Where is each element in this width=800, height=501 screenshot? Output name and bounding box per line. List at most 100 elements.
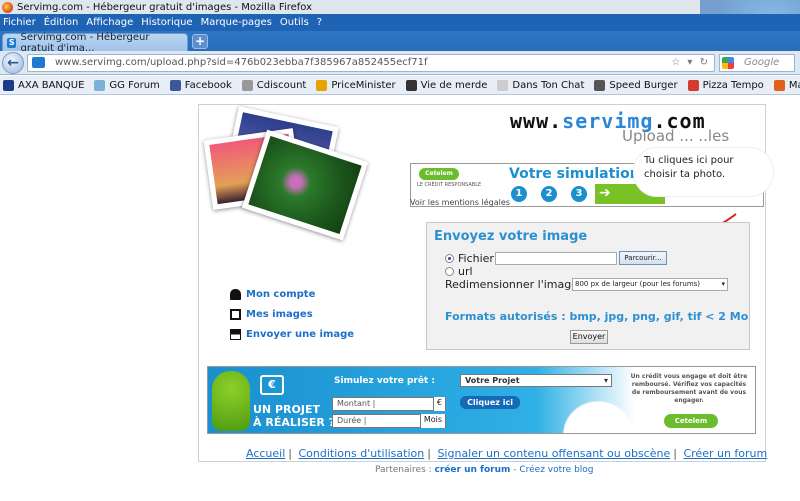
navigation-toolbar: ← www.servimg.com/upload.php?sid=476b023… — [0, 51, 800, 75]
ad-step: 2 — [541, 186, 557, 202]
window-titlebar: Servimg.com - Hébergeur gratuit d'images… — [0, 0, 800, 14]
partner-blog-link[interactable]: Créez votre blog — [519, 465, 593, 475]
bookmark-favicon-icon — [94, 79, 106, 91]
bookmark-favicon-icon — [316, 79, 328, 91]
bookmark-favicon-icon — [687, 79, 699, 91]
tab-strip: S Servimg.com - Hébergeur gratuit d'ima.… — [0, 31, 800, 54]
ad-steps: 1 2 3 — [511, 186, 601, 202]
cetelem-tagline: LE CRÉDIT RESPONSABLE — [417, 182, 482, 188]
firefox-icon — [2, 1, 13, 13]
account-links: Mon compte Mes images Envoyer une image — [230, 284, 354, 344]
menu-fichier[interactable]: Fichier — [3, 17, 36, 28]
montant-field[interactable]: Montant | € — [332, 397, 446, 411]
bookmark-item[interactable]: Facebook — [169, 79, 232, 91]
url-bar[interactable]: www.servimg.com/upload.php?sid=476b023eb… — [27, 53, 715, 72]
cliquez-ici-button[interactable]: Cliquez ici — [460, 396, 520, 409]
fichier-radio[interactable] — [445, 254, 454, 263]
url-text: www.servimg.com/upload.php?sid=476b023eb… — [55, 57, 428, 68]
bookmark-favicon-icon — [169, 79, 181, 91]
user-icon — [230, 288, 241, 300]
search-placeholder: Google — [744, 57, 780, 68]
duree-unit: Mois — [419, 414, 445, 428]
bookmark-item[interactable]: Pizza Tempo — [687, 79, 764, 91]
montant-unit: € — [432, 397, 445, 411]
fichier-label: Fichier — [458, 252, 494, 265]
duree-field[interactable]: Durée | Mois — [332, 414, 446, 428]
menu-help[interactable]: ? — [317, 17, 322, 28]
menu-marque-pages[interactable]: Marque-pages — [201, 17, 272, 28]
bookmark-item[interactable]: Dans Ton Chat — [497, 79, 584, 91]
photo-lotus — [241, 129, 369, 241]
mon-compte-link[interactable]: Mon compte — [230, 284, 354, 304]
fichier-option[interactable]: Fichier — [445, 252, 494, 265]
cetelem-logo: Cetelem — [419, 168, 459, 180]
footer-accueil-link[interactable]: Accueil — [246, 447, 285, 460]
logo-subtitle: Upload ... ..les — [622, 127, 730, 145]
loan-disclaimer: Un crédit vous engage et doit être rembo… — [630, 373, 748, 404]
upload-form: Envoyez votre image Fichier Parcourir...… — [426, 222, 750, 350]
monitor-icon — [230, 308, 241, 320]
legal-mentions-link[interactable]: Voir les mentions légales — [410, 198, 510, 207]
envoyer-button[interactable]: Envoyer — [570, 330, 608, 344]
mes-images-link[interactable]: Mes images — [230, 304, 354, 324]
formats-info: Formats autorisés : bmp, jpg, png, gif, … — [445, 310, 749, 323]
bookmark-item[interactable]: Vie de merde — [405, 79, 487, 91]
bookmark-item[interactable]: Marmiton — [773, 79, 800, 91]
ad-step: 3 — [571, 186, 587, 202]
url-radio[interactable] — [445, 267, 454, 276]
upload-title: Envoyez votre image — [434, 229, 588, 244]
partners-line: Partenaires : créer un forum - Créez vot… — [375, 465, 594, 475]
menu-outils[interactable]: Outils — [280, 17, 309, 28]
cetelem-logo: Cetelem — [664, 414, 718, 428]
footer-signaler-link[interactable]: Signaler un contenu offensant ou obscène — [437, 447, 670, 460]
bookmark-star-icon[interactable]: ☆ ▾ ↻ — [671, 57, 710, 68]
back-arrow-icon: ← — [7, 54, 19, 71]
mascot-image — [212, 371, 250, 431]
resize-select[interactable]: 800 px de largeur (pour les forums) ▾ — [572, 278, 728, 291]
window-title: Servimg.com - Hébergeur gratuit d'images… — [17, 1, 313, 13]
file-path-input[interactable] — [495, 252, 617, 265]
tab-servimg[interactable]: S Servimg.com - Hébergeur gratuit d'ima.… — [2, 32, 188, 54]
upload-icon — [230, 328, 241, 340]
annotation-bubble: Tu cliques ici pour choisir ta photo. — [633, 147, 774, 197]
bookmark-favicon-icon — [497, 79, 509, 91]
chevron-down-icon: ▾ — [721, 280, 725, 288]
photos-illustration — [203, 106, 388, 241]
menu-bar: Fichier Édition Affichage Historique Mar… — [0, 14, 800, 31]
search-box[interactable]: Google — [719, 53, 795, 72]
footer-conditions-link[interactable]: Conditions d'utilisation — [299, 447, 425, 460]
browse-button[interactable]: Parcourir... — [619, 251, 667, 265]
site-identity-icon[interactable] — [32, 57, 45, 68]
bookmark-favicon-icon — [773, 79, 785, 91]
menu-edition[interactable]: Édition — [44, 17, 79, 28]
bookmark-item[interactable]: GG Forum — [94, 79, 160, 91]
ad-step: 1 — [511, 186, 527, 202]
loan-slogan: UN PROJET À RÉALISER ? — [253, 403, 336, 429]
bookmark-item[interactable]: AXA BANQUE — [3, 79, 84, 91]
bookmark-favicon-icon — [594, 79, 606, 91]
envoyer-une-image-link[interactable]: Envoyer une image — [230, 324, 354, 344]
resize-label: Redimensionner l'image ? — [445, 278, 588, 291]
loan-ad-banner[interactable]: € Simulez votre prêt : UN PROJET À RÉALI… — [207, 366, 756, 434]
back-button[interactable]: ← — [2, 51, 24, 74]
bookmarks-toolbar: AXA BANQUE GG Forum Facebook Cdiscount Price… — [0, 76, 800, 95]
menu-historique[interactable]: Historique — [141, 17, 192, 28]
wave-decoration — [538, 377, 638, 433]
url-option[interactable]: url — [445, 265, 473, 278]
euro-icon: € — [260, 375, 284, 395]
bookmark-favicon-icon — [241, 79, 253, 91]
loan-heading: Simulez votre prêt : — [334, 376, 435, 386]
bookmark-favicon-icon — [3, 79, 14, 91]
bookmark-item[interactable]: PriceMinister — [316, 79, 396, 91]
footer-links: Accueil | Conditions d'utilisation | Signa… — [246, 447, 768, 460]
menu-affichage[interactable]: Affichage — [86, 17, 133, 28]
bookmark-item[interactable]: Cdiscount — [241, 79, 306, 91]
url-label: url — [458, 265, 473, 278]
bookmark-item[interactable]: Speed Burger — [594, 79, 678, 91]
partner-forum-link[interactable]: créer un forum — [435, 465, 511, 475]
google-icon[interactable] — [722, 56, 734, 69]
footer-creer-forum-link[interactable]: Créer un forum — [683, 447, 767, 460]
new-tab-button[interactable]: + — [192, 34, 208, 49]
servimg-favicon-icon: S — [7, 37, 17, 48]
bookmark-favicon-icon — [405, 79, 417, 91]
